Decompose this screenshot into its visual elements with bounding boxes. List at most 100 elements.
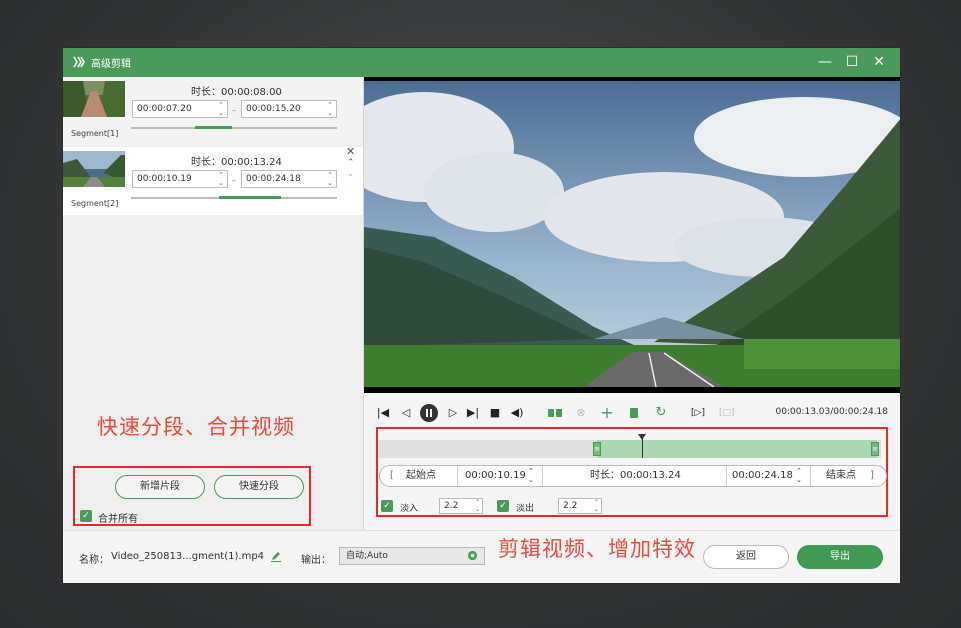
close-icon[interactable]: ✕ bbox=[346, 145, 355, 158]
timeline-end-handle[interactable]: ≡ bbox=[871, 442, 879, 456]
fade-out-label: 淡出 bbox=[516, 504, 535, 514]
divider bbox=[810, 466, 811, 486]
merge-all-label: 合并所有 bbox=[98, 514, 138, 525]
advanced-editor-window: 高级剪辑 — ☐ ✕ Segment[1] 时长：00:00:08.00 00:… bbox=[62, 47, 901, 584]
fade-in-value: 2.2 bbox=[444, 501, 459, 511]
stepper-icon[interactable]: ⌃ ⌄ bbox=[594, 499, 599, 513]
split-icon[interactable] bbox=[547, 406, 563, 420]
export-button[interactable]: 导出 bbox=[797, 545, 883, 569]
segment-end-input[interactable]: 00:00:24.18 ⌃ ⌄ bbox=[241, 170, 337, 188]
output-label: 输出： bbox=[301, 555, 331, 566]
stepper-icon[interactable]: ⌃ ⌄ bbox=[796, 467, 802, 487]
mark-in-icon[interactable]: [▷] bbox=[691, 406, 705, 420]
edit-icon[interactable] bbox=[270, 550, 282, 562]
stepper-icon[interactable]: ⌃ ⌄ bbox=[327, 171, 333, 187]
stepper-icon[interactable]: ⌃ ⌄ bbox=[218, 171, 224, 187]
segment-thumbnail bbox=[63, 81, 125, 117]
segment-end-value: 00:00:15.20 bbox=[246, 104, 301, 114]
timeline-selection[interactable] bbox=[597, 440, 877, 458]
end-time-input[interactable]: 00:00:24.18 bbox=[732, 466, 793, 486]
gear-icon[interactable] bbox=[467, 550, 478, 561]
segment-start-value: 00:00:07.20 bbox=[137, 104, 192, 114]
fade-in-checkbox[interactable]: ✓ bbox=[381, 500, 393, 512]
playback-timecode: 00:00:13.03/00:00:24.18 bbox=[775, 407, 889, 417]
fade-out-value: 2.2 bbox=[563, 501, 578, 511]
segment-progress-fill bbox=[219, 196, 281, 199]
segment-name: Segment[2] bbox=[71, 199, 119, 208]
quick-split-button[interactable]: 快速分段 bbox=[214, 475, 304, 499]
clip-range-row: [ 起始点 00:00:10.19 ⌃ ⌄ 时长：00:00:13.24 00:0… bbox=[379, 465, 887, 487]
divider bbox=[542, 466, 543, 486]
stepper-icon[interactable]: ⌃ ⌄ bbox=[475, 499, 480, 513]
annotation-merge: 快速分段、合并视频 bbox=[97, 415, 295, 439]
end-point-button[interactable]: 结束点 bbox=[826, 466, 856, 486]
output-select[interactable]: 自动;Auto bbox=[339, 547, 485, 565]
stepper-icon[interactable]: ⌃ ⌄ bbox=[327, 101, 333, 117]
add-icon[interactable]: + bbox=[600, 405, 614, 421]
segment-duration: 时长：00:00:13.24 bbox=[191, 157, 282, 168]
segment-item[interactable]: Segment[2] 时长：00:00:13.24 00:00:10.19 ⌃ ⌄… bbox=[63, 145, 363, 215]
stop-icon[interactable]: ■ bbox=[488, 406, 502, 420]
segment-thumbnail bbox=[63, 151, 125, 187]
clip-duration: 时长：00:00:13.24 bbox=[590, 470, 681, 481]
range-separator: – bbox=[232, 176, 236, 185]
maximize-button[interactable]: ☐ bbox=[841, 51, 863, 73]
bracket-close-icon: ] bbox=[870, 470, 874, 481]
segment-progress bbox=[131, 196, 337, 199]
merge-all-checkbox[interactable]: ✓ bbox=[80, 510, 92, 522]
player-toolbar: |◀ ◁ ▷ ▶| ■ ◀) ⊗ + ↻ [▷] [□] 00:00:13.03… bbox=[364, 393, 900, 429]
name-label: 名称： bbox=[79, 555, 109, 566]
timeline-track[interactable]: ≡ ≡ bbox=[379, 434, 881, 458]
video-preview[interactable] bbox=[364, 77, 901, 393]
reset-icon[interactable]: ↻ bbox=[654, 406, 668, 420]
segment-progress-fill bbox=[195, 126, 232, 129]
app-logo-icon bbox=[73, 56, 85, 68]
segment-item[interactable]: Segment[1] 时长：00:00:08.00 00:00:07.20 ⌃ ⌄… bbox=[63, 77, 363, 145]
copy-icon[interactable] bbox=[627, 406, 641, 420]
fade-in-label: 淡入 bbox=[400, 504, 419, 514]
bracket-open-icon: [ bbox=[390, 470, 394, 481]
mark-out-icon: [□] bbox=[719, 408, 735, 418]
back-button[interactable]: 返回 bbox=[703, 545, 789, 569]
start-time-input[interactable]: 00:00:10.19 bbox=[465, 466, 526, 486]
segment-name: Segment[1] bbox=[71, 129, 119, 138]
volume-icon[interactable]: ◀) bbox=[510, 406, 524, 420]
segment-progress bbox=[131, 126, 337, 129]
range-separator: – bbox=[232, 106, 236, 115]
segment-start-value: 00:00:10.19 bbox=[137, 174, 192, 184]
timeline-start-handle[interactable]: ≡ bbox=[593, 442, 601, 456]
window-title: 高级剪辑 bbox=[91, 59, 131, 70]
stepper-icon[interactable]: ⌃ ⌄ bbox=[218, 101, 224, 117]
minimize-button[interactable]: — bbox=[814, 51, 836, 73]
close-window-button[interactable]: ✕ bbox=[868, 51, 890, 73]
jump-to-end-icon[interactable]: ▶| bbox=[466, 406, 480, 420]
stepper-icon[interactable]: ⌃ ⌄ bbox=[528, 467, 534, 487]
file-name: Video_250813...gment(1).mp4 bbox=[111, 551, 265, 562]
annotation-edit: 剪辑视频、增加特效 bbox=[498, 537, 696, 561]
delete-icon: ⊗ bbox=[576, 406, 586, 419]
title-bar: 高级剪辑 — ☐ ✕ bbox=[63, 48, 900, 77]
previous-frame-icon[interactable]: ◁ bbox=[399, 406, 413, 420]
fade-in-input[interactable]: 2.2 ⌃ ⌄ bbox=[439, 498, 483, 514]
next-frame-icon[interactable]: ▷ bbox=[446, 406, 460, 420]
fade-out-checkbox[interactable]: ✓ bbox=[497, 500, 509, 512]
chevron-down-icon[interactable]: ⌄ bbox=[347, 169, 355, 179]
segment-controls: ✕ ⌃ ⌄ bbox=[346, 145, 355, 179]
fade-out-input[interactable]: 2.2 ⌃ ⌄ bbox=[558, 498, 602, 514]
output-value: 自动;Auto bbox=[346, 551, 388, 561]
segment-end-input[interactable]: 00:00:15.20 ⌃ ⌄ bbox=[241, 100, 337, 118]
footer-bar: 名称： Video_250813...gment(1).mp4 输出： 自动;A… bbox=[63, 530, 900, 583]
divider bbox=[457, 466, 458, 486]
jump-to-start-icon[interactable]: |◀ bbox=[376, 406, 390, 420]
segment-start-input[interactable]: 00:00:07.20 ⌃ ⌄ bbox=[132, 100, 228, 118]
start-point-button[interactable]: 起始点 bbox=[406, 466, 436, 486]
segment-duration: 时长：00:00:08.00 bbox=[191, 87, 282, 98]
segment-panel: Segment[1] 时长：00:00:08.00 00:00:07.20 ⌃ ⌄… bbox=[63, 77, 364, 530]
divider bbox=[726, 466, 727, 486]
add-segment-button[interactable]: 新增片段 bbox=[115, 475, 205, 499]
pause-icon[interactable] bbox=[420, 404, 438, 422]
timeline-playhead[interactable] bbox=[638, 434, 646, 458]
chevron-up-icon[interactable]: ⌃ bbox=[347, 158, 355, 168]
segment-end-value: 00:00:24.18 bbox=[246, 174, 301, 184]
segment-start-input[interactable]: 00:00:10.19 ⌃ ⌄ bbox=[132, 170, 228, 188]
